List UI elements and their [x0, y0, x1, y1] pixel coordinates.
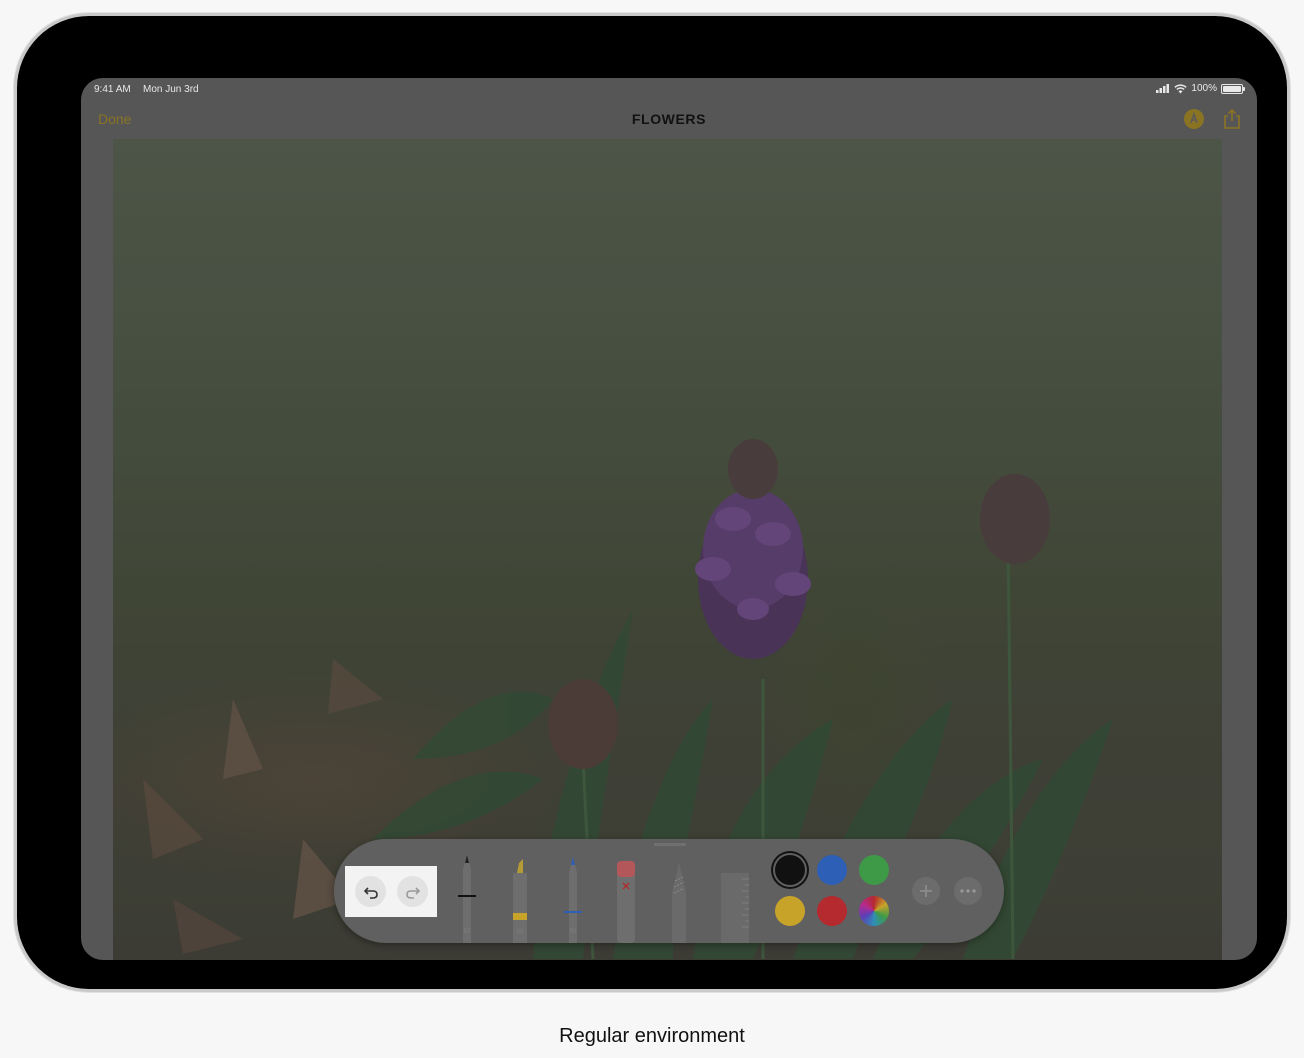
ipad-device-frame: 9:41 AM Mon Jun 3rd 100% Done FLOWERS 57… — [17, 16, 1287, 989]
signal-icon — [1156, 84, 1170, 93]
status-time: 9:41 AM — [94, 84, 131, 95]
wifi-icon — [1174, 83, 1188, 93]
tool-palette: 57 80 50 — [334, 839, 1004, 943]
share-icon[interactable] — [1223, 108, 1241, 130]
color-green-swatch[interactable] — [859, 855, 889, 885]
redo-button[interactable] — [397, 876, 428, 907]
palette-grabber[interactable] — [654, 843, 686, 846]
eraser-icon — [617, 861, 635, 943]
page-title: FLOWERS — [631, 111, 707, 127]
marker-tool[interactable]: 80 — [507, 853, 533, 943]
markup-pen-icon[interactable] — [1183, 108, 1205, 130]
eraser-tool[interactable] — [613, 853, 639, 943]
status-date: Mon Jun 3rd — [143, 84, 199, 95]
status-bar: 9:41 AM Mon Jun 3rd 100% — [81, 78, 1257, 100]
navigation-bar: Done FLOWERS — [81, 100, 1257, 140]
lasso-tool[interactable] — [666, 853, 692, 943]
dim-overlay — [81, 78, 1257, 960]
pencil-tool[interactable]: 50 — [560, 853, 586, 943]
pen-size-label: 57 — [463, 929, 471, 935]
add-button[interactable] — [912, 877, 940, 905]
ipad-screen: 9:41 AM Mon Jun 3rd 100% Done FLOWERS 57… — [81, 78, 1257, 960]
pen-tool[interactable]: 57 — [454, 853, 480, 943]
color-black-swatch[interactable] — [775, 855, 805, 885]
caption: Regular environment — [559, 1025, 745, 1047]
lasso-icon — [672, 863, 686, 943]
ruler-icon — [721, 873, 749, 943]
ruler-tool[interactable] — [718, 853, 752, 943]
marker-size-label: 80 — [516, 929, 524, 935]
color-yellow-swatch[interactable] — [775, 896, 805, 926]
color-wheel-icon[interactable] — [859, 896, 889, 926]
plus-icon — [920, 885, 932, 897]
undo-redo-highlight — [345, 866, 437, 917]
more-button[interactable] — [954, 877, 982, 905]
pencil-size-label: 50 — [569, 929, 577, 935]
redo-arrow-icon — [405, 886, 420, 899]
undo-arrow-icon — [363, 886, 378, 899]
status-indicators: 100% — [1156, 83, 1245, 94]
undo-button[interactable] — [355, 876, 386, 907]
battery-icon — [1221, 83, 1245, 94]
battery-percent: 100% — [1191, 83, 1217, 94]
color-red-swatch[interactable] — [817, 896, 847, 926]
ellipsis-icon — [960, 889, 976, 893]
color-blue-swatch[interactable] — [817, 855, 847, 885]
